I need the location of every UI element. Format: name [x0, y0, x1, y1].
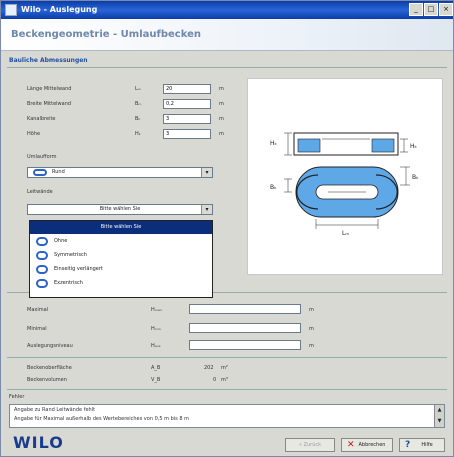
symmetric-walls-icon	[36, 251, 48, 260]
basin-diagram: Hₖ Hₖ Bₖ Bₖ Lₘ	[247, 78, 443, 275]
level-label-design: Auslegungsniveau	[27, 343, 73, 349]
dropdown-item-ohne[interactable]: Ohne	[30, 235, 212, 248]
message-line-2: Angabe für Maximal außerhalb des Wertebe…	[14, 416, 189, 422]
app-icon	[5, 4, 17, 16]
level-unit-min: m	[309, 326, 314, 332]
result-symbol-volume: V_B	[151, 377, 161, 383]
guide-walls-dropdown: Bitte wählen Sie Ohne Symmetrisch Einsei…	[29, 220, 213, 298]
result-value-surface: 202	[204, 365, 214, 371]
section-title-dimensions: Bauliche Abmessungen	[9, 57, 88, 64]
shape-value: Rund	[52, 169, 65, 175]
guide-walls-select[interactable]: Bitte wählen Sie ▾	[27, 204, 213, 215]
wall-width-input[interactable]: 0,2	[163, 99, 211, 109]
height-input[interactable]: 3	[163, 129, 211, 139]
field-label-channel-width: Kanalbreite	[27, 116, 56, 122]
field-unit-channel-width: m	[219, 116, 224, 122]
level-design-input[interactable]	[189, 340, 301, 350]
info-label: Fehler	[9, 394, 25, 400]
maximize-button[interactable]: □	[424, 3, 438, 16]
level-unit-max: m	[309, 307, 314, 313]
help-button[interactable]: ? Hilfe	[399, 438, 445, 452]
help-button-label: Hilfe	[421, 442, 433, 448]
one-sided-walls-icon	[36, 265, 48, 274]
app-window: Wilo - Auslegung _ □ × Beckengeometrie -…	[0, 0, 454, 457]
field-symbol-channel-width: Bₖ	[135, 116, 141, 122]
diagram-label-b-left: Bₖ	[270, 184, 277, 191]
info-section-divider	[7, 389, 447, 390]
page-title: Beckengeometrie - Umlaufbecken	[11, 29, 201, 40]
channel-width-input[interactable]: 3	[163, 114, 211, 124]
length-input[interactable]: 20	[163, 84, 211, 94]
shape-select[interactable]: Rund ▾	[27, 167, 213, 178]
dropdown-item-eccentric[interactable]: Exzentrisch	[30, 277, 212, 290]
dropdown-item-label: Exzentrisch	[54, 280, 83, 286]
cancel-button-label: Abbrechen	[358, 442, 386, 448]
result-symbol-surface: A_B	[151, 365, 161, 371]
wilo-logo: WILO	[13, 433, 64, 452]
field-unit-height: m	[219, 131, 224, 137]
field-label-height: Höhe	[27, 131, 41, 137]
level-symbol-max: Hₘₐₓ	[151, 307, 163, 313]
round-shape-icon	[33, 169, 47, 176]
close-button[interactable]: ×	[439, 3, 453, 16]
diagram-label-h-right: Hₖ	[410, 143, 418, 150]
field-unit-length: m	[219, 86, 224, 92]
dropdown-item-placeholder[interactable]: Bitte wählen Sie	[30, 221, 212, 234]
chevron-down-icon[interactable]: ▾	[201, 168, 212, 177]
shape-label: Umlaufform	[27, 154, 57, 160]
message-box: Angabe zu Rand Leitwände fehlt Angabe fü…	[9, 404, 445, 428]
scroll-up-button[interactable]: ▲	[434, 405, 444, 416]
level-max-input[interactable]	[189, 304, 301, 314]
result-unit-surface: m²	[221, 365, 228, 371]
back-button[interactable]: « Zurück	[285, 438, 335, 452]
dropdown-item-label: Einseitig verlängert	[54, 266, 103, 272]
close-icon: ✕	[347, 440, 355, 450]
field-symbol-length: Lₘ	[135, 86, 141, 92]
level-symbol-min: Hₘᵢₙ	[151, 326, 161, 332]
chevron-down-icon[interactable]: ▾	[201, 205, 212, 214]
level-label-max: Maximal	[27, 307, 49, 313]
cancel-button[interactable]: ✕ Abbrechen	[341, 438, 393, 452]
level-label-min: Minimal	[27, 326, 47, 332]
no-walls-icon	[36, 237, 48, 246]
minimize-button[interactable]: _	[409, 3, 423, 16]
section-divider	[7, 67, 447, 68]
level-symbol-design: Hₐᵤₛ	[151, 343, 161, 349]
field-label-wall-width: Breite Mittelwand	[27, 101, 72, 107]
eccentric-walls-icon	[36, 279, 48, 288]
scroll-down-button[interactable]: ▼	[434, 416, 444, 427]
dropdown-item-label: Ohne	[54, 238, 68, 244]
diagram-label-length: Lₘ	[342, 230, 349, 237]
title-bar: Wilo - Auslegung _ □ ×	[1, 1, 453, 19]
field-symbol-height: Hₖ	[135, 131, 141, 137]
diagram-label-h-left: Hₖ	[270, 140, 278, 147]
guide-walls-value: Bitte wählen Sie	[99, 206, 141, 212]
message-line-1: Angabe zu Rand Leitwände fehlt	[14, 407, 96, 413]
dropdown-item-symmetric[interactable]: Symmetrisch	[30, 249, 212, 262]
level-min-input[interactable]	[189, 323, 301, 333]
field-unit-wall-width: m	[219, 101, 224, 107]
results-section-divider	[7, 357, 447, 358]
dropdown-item-label: Symmetrisch	[54, 252, 87, 258]
result-value-volume: 0	[213, 377, 217, 383]
result-label-surface: Beckenoberfläche	[27, 365, 72, 371]
guide-walls-label: Leitwände	[27, 189, 53, 195]
window-title: Wilo - Auslegung	[21, 5, 98, 14]
level-unit-design: m	[309, 343, 314, 349]
help-icon: ?	[405, 440, 411, 450]
result-unit-volume: m³	[221, 377, 228, 383]
field-symbol-wall-width: Bₘ	[135, 101, 142, 107]
dropdown-item-one-sided[interactable]: Einseitig verlängert	[30, 263, 212, 276]
diagram-label-b-right: Bₖ	[412, 174, 419, 181]
basin-diagram-svg: Hₖ Hₖ Bₖ Bₖ Lₘ	[270, 132, 419, 237]
page-header: Beckengeometrie - Umlaufbecken	[1, 19, 453, 51]
result-label-volume: Beckenvolumen	[27, 377, 67, 383]
field-label-length: Länge Mittelwand	[27, 86, 72, 92]
